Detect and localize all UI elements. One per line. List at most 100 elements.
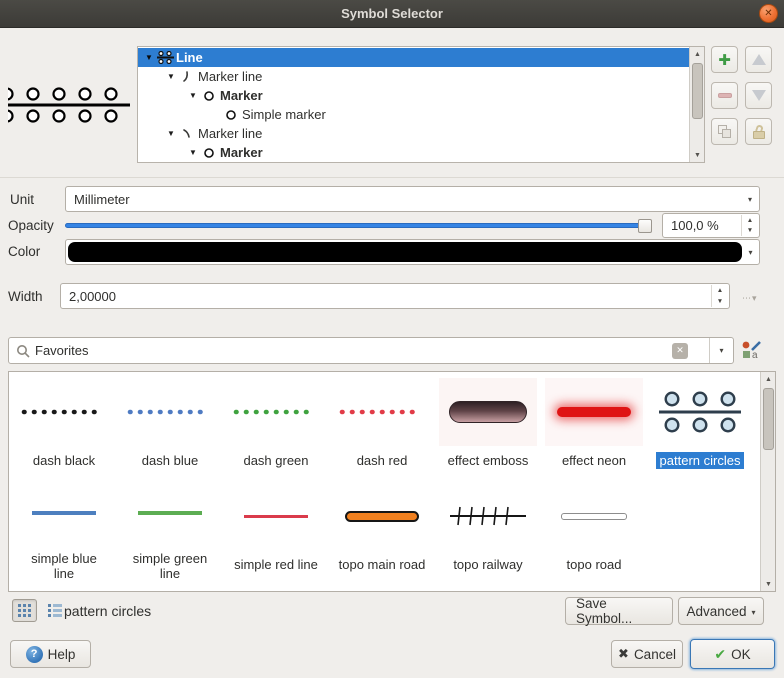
window-title: Symbol Selector <box>341 6 443 21</box>
duplicate-icon <box>718 125 731 138</box>
expander-icon[interactable]: ▼ <box>186 148 200 157</box>
expander-icon[interactable]: ▼ <box>164 72 178 81</box>
symbol-filter-input[interactable]: Favorites ✕ ▾ <box>8 337 734 364</box>
symbol-item[interactable]: effect emboss <box>435 374 541 478</box>
topo-road-preview <box>561 513 627 520</box>
expander-icon[interactable]: ▼ <box>164 129 178 138</box>
move-up-button[interactable] <box>745 46 772 73</box>
ok-label: OK <box>731 647 751 662</box>
help-icon: ? <box>26 646 43 663</box>
list-view-icon <box>48 604 62 617</box>
symbol-item[interactable]: dash green <box>223 374 329 478</box>
scroll-up-icon[interactable]: ▲ <box>690 47 705 61</box>
tree-scrollbar[interactable]: ▲ ▼ <box>689 47 704 162</box>
tree-item-label: Marker <box>218 88 263 103</box>
width-spinbox[interactable]: 2,00000 ▲ ▼ <box>60 283 730 309</box>
expander-icon[interactable]: ▼ <box>142 53 156 62</box>
move-down-button[interactable] <box>745 82 772 109</box>
add-icon: ✚ <box>718 51 731 69</box>
width-value: 2,00000 <box>69 289 116 304</box>
opacity-spinbox[interactable]: 100,0 % ▲ ▼ <box>662 213 760 238</box>
symbol-item[interactable]: dash blue <box>117 374 223 478</box>
duplicate-layer-button[interactable] <box>711 118 738 145</box>
unit-select[interactable]: Millimeter ▾ <box>65 186 760 212</box>
opacity-label: Opacity <box>8 218 54 233</box>
symbol-label: simple green line <box>122 550 218 582</box>
ellipsis-arrow-icon: ⋯▾ <box>742 293 758 304</box>
gallery-scrollbar[interactable]: ▲ ▼ <box>760 372 775 591</box>
circle-outline-icon <box>200 147 218 159</box>
scroll-down-icon[interactable]: ▼ <box>761 577 776 591</box>
cancel-button[interactable]: ✖ Cancel <box>611 640 683 668</box>
remove-layer-button[interactable] <box>711 82 738 109</box>
scroll-down-icon[interactable]: ▼ <box>690 148 705 162</box>
comma-mark-icon <box>178 127 196 140</box>
dash-red-preview <box>337 407 427 417</box>
tree-item-line[interactable]: ▼ Line <box>138 48 689 67</box>
tree-item-simple-marker[interactable]: Simple marker <box>138 105 689 124</box>
symbol-item[interactable]: dash red <box>329 374 435 478</box>
tree-item-label: Marker line <box>196 126 262 141</box>
spin-down-icon[interactable]: ▼ <box>712 296 728 307</box>
opacity-slider[interactable] <box>65 223 651 228</box>
symbol-item[interactable]: simple red line <box>223 478 329 582</box>
symbol-label: effect neon <box>558 452 630 469</box>
symbol-label: effect emboss <box>444 452 533 469</box>
circle-outline-icon <box>200 90 218 102</box>
dash-black-preview <box>19 407 109 417</box>
gallery-scrollbar-thumb[interactable] <box>763 388 774 450</box>
spin-down-icon[interactable]: ▼ <box>742 226 758 237</box>
chevron-down-icon[interactable]: ▾ <box>709 338 733 363</box>
chevron-down-icon: ▾ <box>748 195 752 204</box>
grid-view-icon <box>18 604 31 617</box>
spin-up-icon[interactable]: ▲ <box>712 285 728 296</box>
symbol-label: dash blue <box>138 452 202 469</box>
add-layer-button[interactable]: ✚ <box>711 46 738 73</box>
symbol-item[interactable]: topo road <box>541 478 647 582</box>
simple-green-line-preview <box>138 511 202 515</box>
symbol-item[interactable]: simple green line <box>117 478 223 582</box>
advanced-button[interactable]: Advanced ▾ <box>678 597 764 625</box>
ok-button[interactable]: ✔ OK <box>690 639 775 669</box>
tree-item-marker-line-2[interactable]: ▼ Marker line <box>138 124 689 143</box>
help-label: Help <box>48 647 76 662</box>
symbol-label: pattern circles <box>656 452 745 469</box>
color-button[interactable]: ▾ <box>65 239 760 265</box>
titlebar[interactable]: Symbol Selector ✕ <box>0 0 784 28</box>
data-defined-override-button[interactable]: ⋯▾ <box>742 290 768 306</box>
save-symbol-button[interactable]: Save Symbol... <box>565 597 673 625</box>
symbol-item-selected[interactable]: pattern circles <box>647 374 753 478</box>
expander-icon[interactable]: ▼ <box>186 91 200 100</box>
close-icon[interactable]: ✕ <box>759 4 778 23</box>
separator <box>0 177 784 178</box>
color-label: Color <box>8 244 40 259</box>
arrow-down-icon <box>752 90 766 101</box>
save-symbol-label: Save Symbol... <box>576 596 662 626</box>
curve-mark-icon <box>178 70 196 83</box>
chevron-down-icon[interactable]: ▾ <box>742 248 759 257</box>
tree-item-label: Marker line <box>196 69 262 84</box>
symbol-item[interactable]: dash black <box>11 374 117 478</box>
opacity-slider-handle[interactable] <box>638 219 652 233</box>
help-button[interactable]: ? Help <box>10 640 91 668</box>
tree-item-marker-line-1[interactable]: ▼ Marker line <box>138 67 689 86</box>
tree-item-marker-2[interactable]: ▼ Marker <box>138 143 689 162</box>
cancel-label: Cancel <box>634 647 676 662</box>
effect-neon-preview <box>557 407 631 417</box>
symbol-item[interactable]: topo main road <box>329 478 435 582</box>
clear-icon[interactable]: ✕ <box>672 343 688 359</box>
arrow-up-icon <box>752 54 766 65</box>
symbol-item[interactable]: topo railway <box>435 478 541 582</box>
symbol-label: simple red line <box>230 556 322 573</box>
icon-view-button[interactable] <box>12 599 37 622</box>
symbol-item[interactable]: effect neon <box>541 374 647 478</box>
scroll-up-icon[interactable]: ▲ <box>761 372 776 386</box>
tree-item-marker-1[interactable]: ▼ Marker <box>138 86 689 105</box>
effect-emboss-preview <box>449 401 527 423</box>
spin-up-icon[interactable]: ▲ <box>742 215 758 226</box>
style-manager-button[interactable]: a <box>741 339 765 363</box>
tree-scrollbar-thumb[interactable] <box>692 63 703 119</box>
symbol-item[interactable]: simple blue line <box>11 478 117 582</box>
lock-color-button[interactable] <box>745 118 772 145</box>
symbol-gallery: dash black dash blue dash green dash red… <box>8 371 776 592</box>
